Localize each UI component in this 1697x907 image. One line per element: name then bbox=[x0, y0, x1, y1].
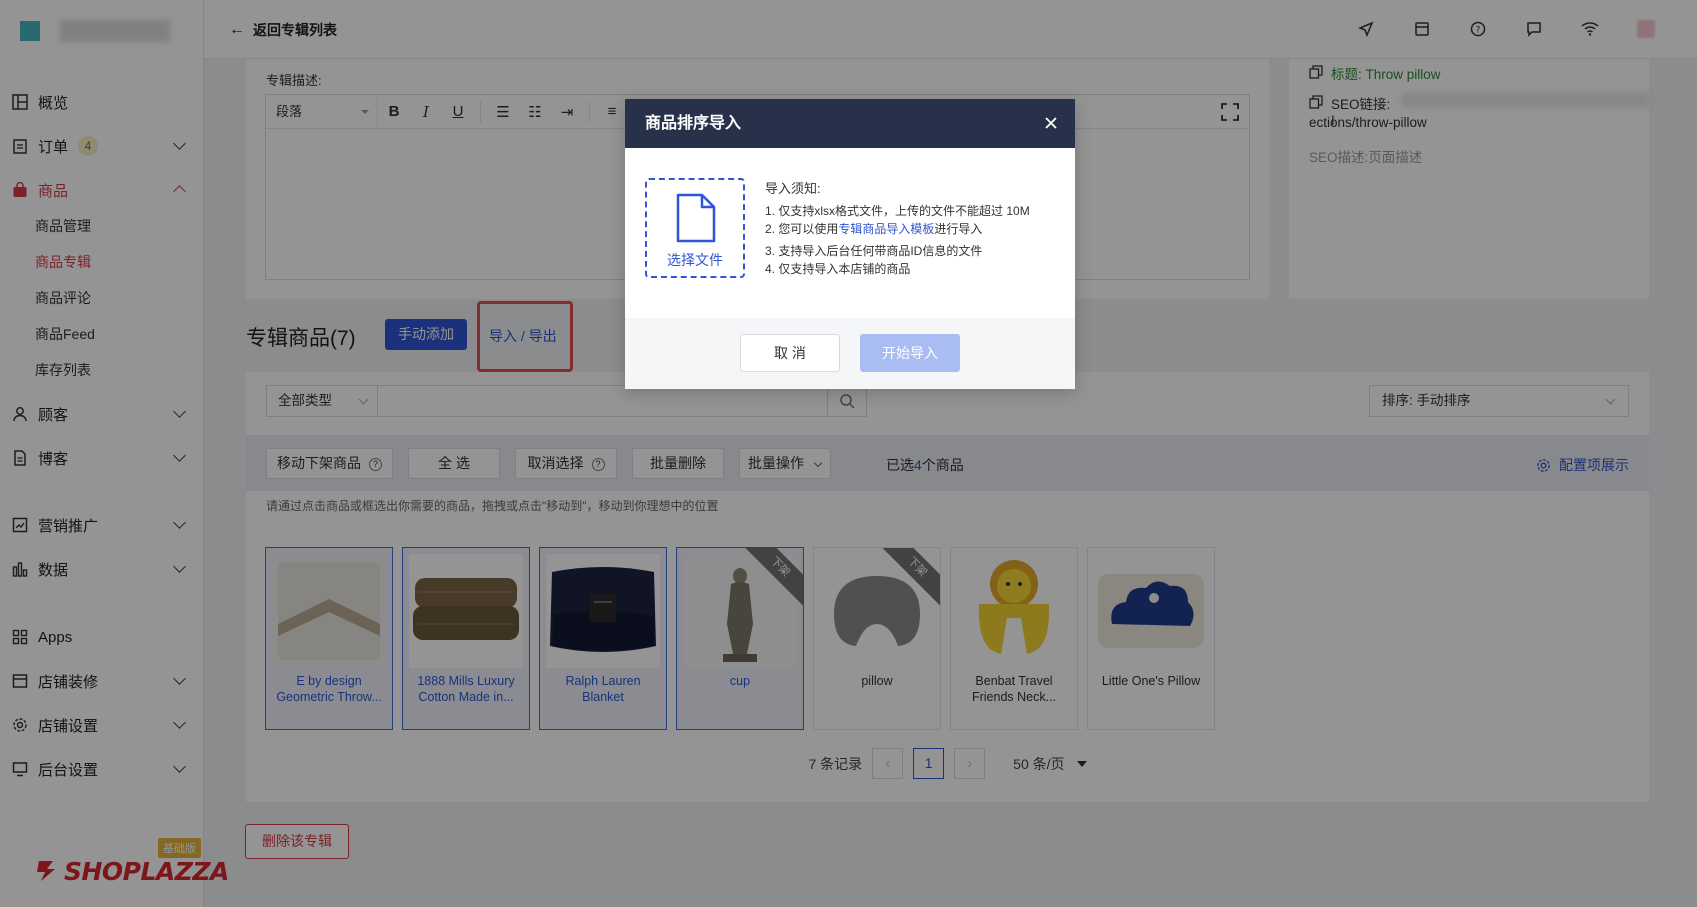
select-file-button[interactable]: 选择文件 bbox=[645, 178, 745, 278]
note-2-prefix: 2. 您可以使用 bbox=[765, 222, 839, 236]
modal-body: 选择文件 导入须知: 1. 仅支持xlsx格式文件，上传的文件不能超过 10M … bbox=[625, 148, 1075, 318]
file-icon bbox=[676, 193, 716, 243]
cancel-button[interactable]: 取 消 bbox=[740, 334, 840, 372]
modal-title: 商品排序导入 bbox=[645, 115, 742, 132]
import-notes: 导入须知: 1. 仅支持xlsx格式文件，上传的文件不能超过 10M 2. 您可… bbox=[765, 180, 1030, 278]
note-2: 2. 您可以使用专辑商品导入模板进行导入 bbox=[765, 220, 1030, 238]
close-icon[interactable] bbox=[1043, 115, 1059, 131]
note-3: 3. 支持导入后台任何带商品ID信息的文件 bbox=[765, 244, 983, 258]
notes-title: 导入须知: bbox=[765, 181, 821, 196]
start-import-button[interactable]: 开始导入 bbox=[860, 334, 960, 372]
note-2-suffix: 进行导入 bbox=[934, 222, 983, 236]
select-file-label: 选择文件 bbox=[667, 252, 723, 268]
template-download-link[interactable]: 专辑商品导入模板 bbox=[838, 222, 934, 236]
note-4: 4. 仅支持导入本店铺的商品 bbox=[765, 262, 911, 276]
modal-header: 商品排序导入 bbox=[625, 99, 1075, 148]
import-sort-modal: 商品排序导入 选择文件 导入须知: 1. 仅支持xlsx格式文件，上传的文件不能… bbox=[625, 99, 1075, 389]
modal-footer: 取 消 开始导入 bbox=[625, 318, 1075, 389]
note-1: 1. 仅支持xlsx格式文件，上传的文件不能超过 10M bbox=[765, 204, 1030, 218]
